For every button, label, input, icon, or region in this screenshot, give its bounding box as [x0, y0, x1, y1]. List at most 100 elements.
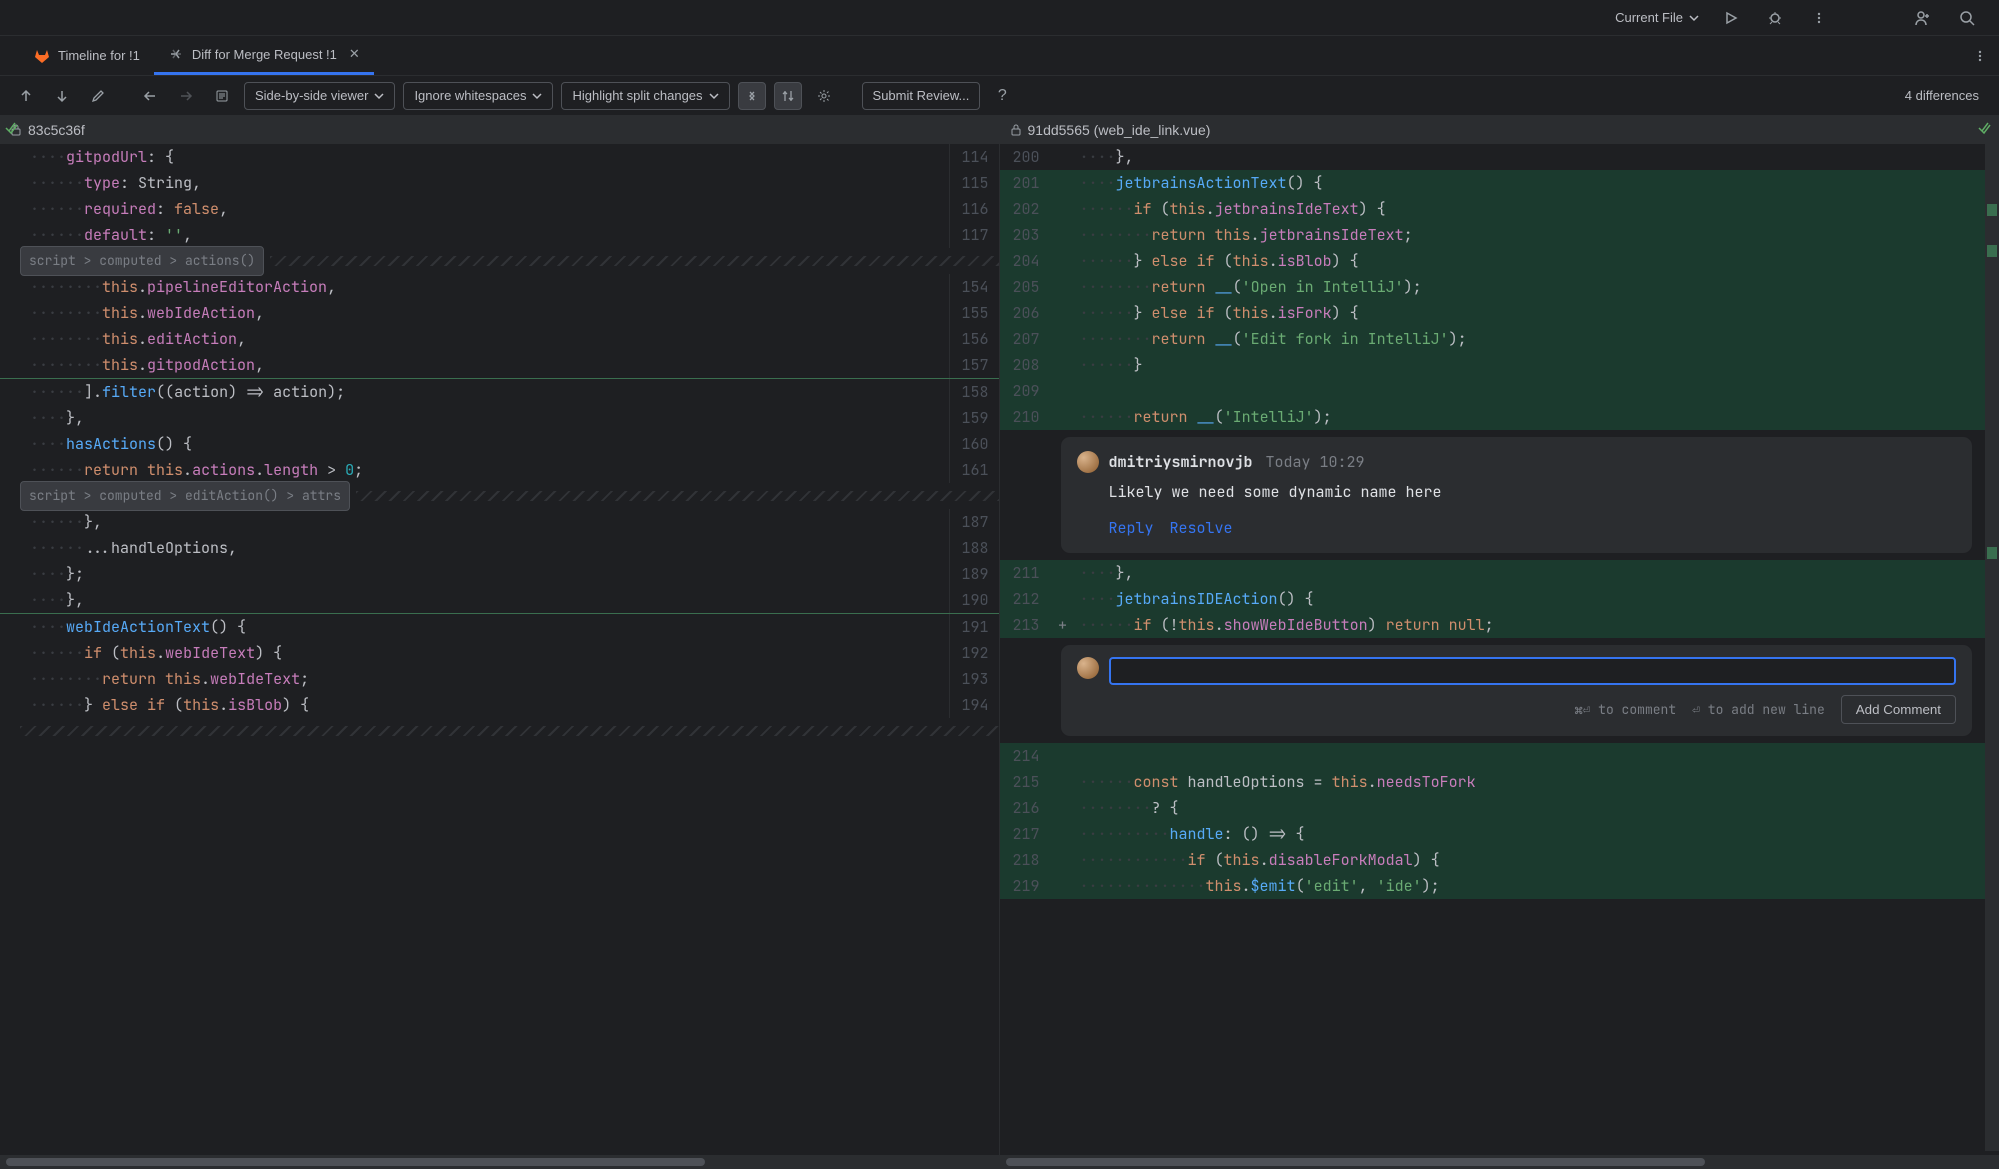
left-code-area[interactable]: ····gitpodUrl: {114 ······type: String,1…	[0, 144, 999, 1155]
h-scrollbar[interactable]	[1000, 1155, 1999, 1169]
comment-input[interactable]	[1109, 657, 1957, 685]
nav-back-button[interactable]	[136, 82, 164, 110]
add-comment-button[interactable]: Add Comment	[1841, 695, 1956, 724]
more-menu[interactable]	[1807, 6, 1831, 30]
code-line[interactable]: 205········return __('Open in IntelliJ')…	[1000, 274, 1986, 300]
code-line[interactable]: 200····},	[1000, 144, 1986, 170]
collapse-unchanged-button[interactable]	[738, 82, 766, 110]
prev-diff-button[interactable]	[12, 82, 40, 110]
next-diff-button[interactable]	[48, 82, 76, 110]
comment-actions: Reply Resolve	[1109, 515, 1957, 541]
diff-settings-button[interactable]	[810, 82, 838, 110]
code-text: ············if (this.disableForkModal) {	[1076, 847, 1986, 873]
code-line[interactable]: 211····},	[1000, 560, 1986, 586]
code-line[interactable]: ········this.editAction,156	[0, 326, 999, 352]
line-number: 211	[1000, 560, 1050, 586]
code-text: ········this.editAction,	[26, 326, 949, 352]
viewer-mode-dropdown[interactable]: Side-by-side viewer	[244, 82, 395, 110]
code-line[interactable]: ······} else if (this.isBlob) {194	[0, 692, 999, 718]
resolve-button[interactable]: Resolve	[1170, 515, 1233, 541]
tab-overflow-menu[interactable]	[1973, 49, 1987, 63]
code-line[interactable]: ········return this.webIdeText;193	[0, 666, 999, 692]
fold-wavy	[20, 726, 999, 736]
scrollbar-thumb[interactable]	[6, 1158, 705, 1166]
h-scrollbar[interactable]	[0, 1155, 999, 1169]
search-button[interactable]	[1955, 6, 1979, 30]
code-line[interactable]: ········this.pipelineEditorAction,154	[0, 274, 999, 300]
line-number: 203	[1000, 222, 1050, 248]
code-line[interactable]: 201····jetbrainsActionText() {	[1000, 170, 1986, 196]
line-number: 217	[1000, 821, 1050, 847]
changes-list-button[interactable]	[208, 82, 236, 110]
line-number: 218	[1000, 847, 1050, 873]
code-line[interactable]: ····},159	[0, 405, 999, 431]
nav-forward-button[interactable]	[172, 82, 200, 110]
line-number: 210	[1000, 404, 1050, 430]
new-ui-button[interactable]	[1911, 6, 1935, 30]
right-code-area[interactable]: 200····}, 201····jetbrainsActionText() {…	[1000, 144, 1999, 1155]
submit-review-button[interactable]: Submit Review...	[862, 82, 981, 110]
code-line[interactable]: ····gitpodUrl: {114	[0, 144, 999, 170]
code-line[interactable]: ······...handleOptions,188	[0, 535, 999, 561]
highlight-dropdown[interactable]: Highlight split changes	[561, 82, 729, 110]
debug-button[interactable]	[1763, 6, 1787, 30]
code-line[interactable]: ····},190	[0, 587, 999, 614]
fold-wavy	[270, 256, 998, 266]
code-line[interactable]: ······if (this.webIdeText) {192	[0, 640, 999, 666]
code-line[interactable]: 213+······if (!this.showWebIdeButton) re…	[1000, 612, 1986, 638]
code-line[interactable]: 216········? {	[1000, 795, 1986, 821]
line-number: 154	[949, 274, 999, 300]
whitespace-dropdown[interactable]: Ignore whitespaces	[403, 82, 553, 110]
code-line[interactable]: 215······const handleOptions = this.need…	[1000, 769, 1986, 795]
code-line[interactable]: 219··············this.$emit('edit', 'ide…	[1000, 873, 1986, 899]
fold-row[interactable]: script > computed > editAction() > attrs	[0, 483, 999, 509]
code-line[interactable]: ········this.gitpodAction,157	[0, 352, 999, 379]
code-line[interactable]: 203········return this.jetbrainsIdeText;	[1000, 222, 1986, 248]
code-text: ········this.webIdeAction,	[26, 300, 949, 326]
code-line[interactable]: 212····jetbrainsIDEAction() {	[1000, 586, 1986, 612]
editor-tabs: Timeline for !1 Diff for Merge Request !…	[0, 36, 1999, 76]
help-button[interactable]: ?	[988, 82, 1016, 110]
code-text: ····hasActions() {	[26, 431, 949, 457]
scrollbar-thumb[interactable]	[1006, 1158, 1706, 1166]
code-line[interactable]: ······type: String,115	[0, 170, 999, 196]
code-line[interactable]: 218 ············if (this.disableForkModal…	[1000, 847, 1986, 873]
code-line[interactable]: ······default: '',117	[0, 222, 999, 248]
code-line[interactable]: ······required: false,116	[0, 196, 999, 222]
fold-row[interactable]: script > computed > actions()	[0, 248, 999, 274]
line-number: 187	[949, 509, 999, 535]
comment-body: Likely we need some dynamic name here	[1109, 479, 1957, 505]
code-line[interactable]: ····webIdeActionText() {191	[0, 614, 999, 640]
add-comment-gutter[interactable]: +	[1055, 612, 1071, 638]
run-scope-dropdown[interactable]: Current File	[1615, 10, 1699, 25]
reply-button[interactable]: Reply	[1109, 515, 1154, 541]
code-line[interactable]: ····};189	[0, 561, 999, 587]
code-line[interactable]: ····hasActions() {160	[0, 431, 999, 457]
code-line[interactable]: 208······}	[1000, 352, 1986, 378]
tab-diff[interactable]: Diff for Merge Request !1 ✕	[154, 36, 374, 75]
code-line[interactable]: 204······} else if (this.isBlob) {	[1000, 248, 1986, 274]
code-line[interactable]: ········this.webIdeAction,155	[0, 300, 999, 326]
code-line[interactable]: 214	[1000, 743, 1986, 769]
fold-row[interactable]	[0, 718, 999, 744]
diff-count-label: 4 differences	[1905, 88, 1979, 103]
code-line[interactable]: 207········return __('Edit fork in Intel…	[1000, 326, 1986, 352]
code-line[interactable]: 209	[1000, 378, 1986, 404]
code-text: ······},	[26, 509, 949, 535]
diff-right-pane: 91dd5565 (web_ide_link.vue) 200····}, 20…	[1000, 116, 1999, 1169]
code-line[interactable]: ······return this.actions.length > 0;161	[0, 457, 999, 483]
sync-scroll-button[interactable]	[774, 82, 802, 110]
close-icon[interactable]: ✕	[349, 46, 360, 62]
code-line[interactable]: 217··········handle: () => {	[1000, 821, 1986, 847]
code-line[interactable]: ······},187	[0, 509, 999, 535]
code-line[interactable]: ······].filter((action) => action);158	[0, 379, 999, 405]
search-icon	[1959, 10, 1975, 26]
code-line[interactable]: 210······return __('IntelliJ');	[1000, 404, 1986, 430]
run-button[interactable]	[1719, 6, 1743, 30]
code-line[interactable]: 206······} else if (this.isFork) {	[1000, 300, 1986, 326]
line-number: 161	[949, 457, 999, 483]
line-number: 213	[1000, 612, 1050, 638]
edit-source-button[interactable]	[84, 82, 112, 110]
tab-timeline[interactable]: Timeline for !1	[20, 36, 154, 75]
code-line[interactable]: 202······if (this.jetbrainsIdeText) {	[1000, 196, 1986, 222]
